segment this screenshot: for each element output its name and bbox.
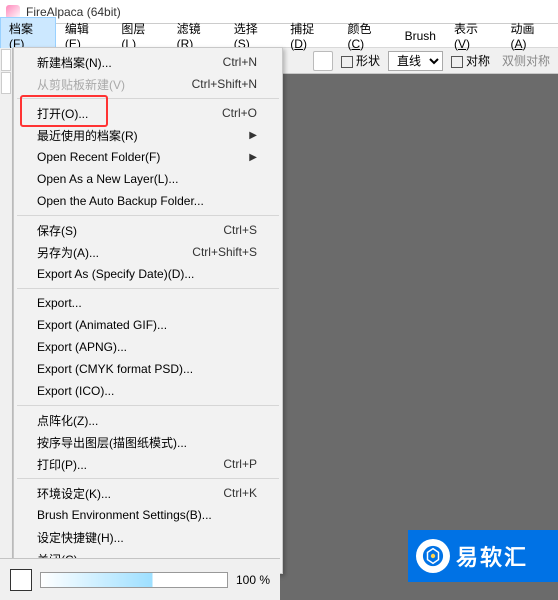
shape-select[interactable]: 直线 xyxy=(388,51,443,71)
logo-text: 易软汇 xyxy=(456,540,528,572)
shape-check[interactable]: 形状 xyxy=(341,52,380,69)
menu-snap[interactable]: 捕捉(D) xyxy=(281,17,338,54)
left-tool-strip xyxy=(0,48,13,568)
menu-view[interactable]: 表示(V) xyxy=(445,17,502,54)
chevron-right-icon: ▶ xyxy=(249,130,257,141)
menu-export-cmyk[interactable]: Export (CMYK format PSD)... xyxy=(15,358,281,380)
menu-export-apng[interactable]: Export (APNG)... xyxy=(15,336,281,358)
menu-export-date[interactable]: Export As (Specify Date)(D)... xyxy=(15,263,281,285)
menu-anim[interactable]: 动画(A) xyxy=(501,17,558,54)
menu-export-gif[interactable]: Export (Animated GIF)... xyxy=(15,314,281,336)
menu-brush-env[interactable]: Brush Environment Settings(B)... xyxy=(15,504,281,526)
status-bar: 100 % xyxy=(0,558,280,600)
menu-recent-folder[interactable]: Open Recent Folder(F)▶ xyxy=(15,146,281,168)
separator xyxy=(17,98,279,99)
symmetry-mode: 双侧对称 xyxy=(502,52,550,69)
watermark-logo: 易软汇 xyxy=(408,530,558,582)
tool-button[interactable] xyxy=(1,72,11,94)
menu-recent-files[interactable]: 最近使用的档案(R)▶ xyxy=(15,124,281,146)
menu-export-ico[interactable]: Export (ICO)... xyxy=(15,380,281,402)
menu-open-backup[interactable]: Open the Auto Backup Folder... xyxy=(15,190,281,212)
menu-rasterize[interactable]: 点阵化(Z)... xyxy=(15,409,281,431)
menu-new-from-clipboard: 从剪贴板新建(V)Ctrl+Shift+N xyxy=(15,73,281,95)
menu-save-as[interactable]: 另存为(A)...Ctrl+Shift+S xyxy=(15,241,281,263)
menu-open[interactable]: 打开(O)...Ctrl+O xyxy=(15,102,281,124)
symmetry-check[interactable]: 对称 xyxy=(451,52,490,69)
menu-brush[interactable]: Brush xyxy=(396,26,445,46)
separator xyxy=(17,478,279,479)
menu-export[interactable]: Export... xyxy=(15,292,281,314)
separator xyxy=(17,215,279,216)
menu-new-file[interactable]: 新建档案(N)...Ctrl+N xyxy=(15,51,281,73)
logo-icon xyxy=(416,539,450,573)
separator xyxy=(17,405,279,406)
chevron-right-icon: ▶ xyxy=(249,152,257,163)
menu-env-settings[interactable]: 环境设定(K)...Ctrl+K xyxy=(15,482,281,504)
zoom-value: 100 % xyxy=(236,573,270,587)
file-menu-dropdown: 新建档案(N)...Ctrl+N 从剪贴板新建(V)Ctrl+Shift+N 打… xyxy=(13,47,283,574)
separator xyxy=(17,288,279,289)
menu-open-as-layer[interactable]: Open As a New Layer(L)... xyxy=(15,168,281,190)
menu-print[interactable]: 打印(P)...Ctrl+P xyxy=(15,453,281,475)
menu-export-layers[interactable]: 按序导出图层(描图纸模式)... xyxy=(15,431,281,453)
zoom-slider[interactable] xyxy=(40,572,228,588)
menu-color[interactable]: 颜色(C) xyxy=(338,17,395,54)
tool-button[interactable] xyxy=(1,49,11,71)
menu-shortcuts[interactable]: 设定快捷键(H)... xyxy=(15,526,281,548)
toolbar-button[interactable] xyxy=(313,51,333,71)
menu-save[interactable]: 保存(S)Ctrl+S xyxy=(15,219,281,241)
color-swatch[interactable] xyxy=(10,569,32,591)
menubar: 档案(F) 编辑(E) 图层(L) 滤镜(R) 选择(S) 捕捉(D) 颜色(C… xyxy=(0,24,558,48)
